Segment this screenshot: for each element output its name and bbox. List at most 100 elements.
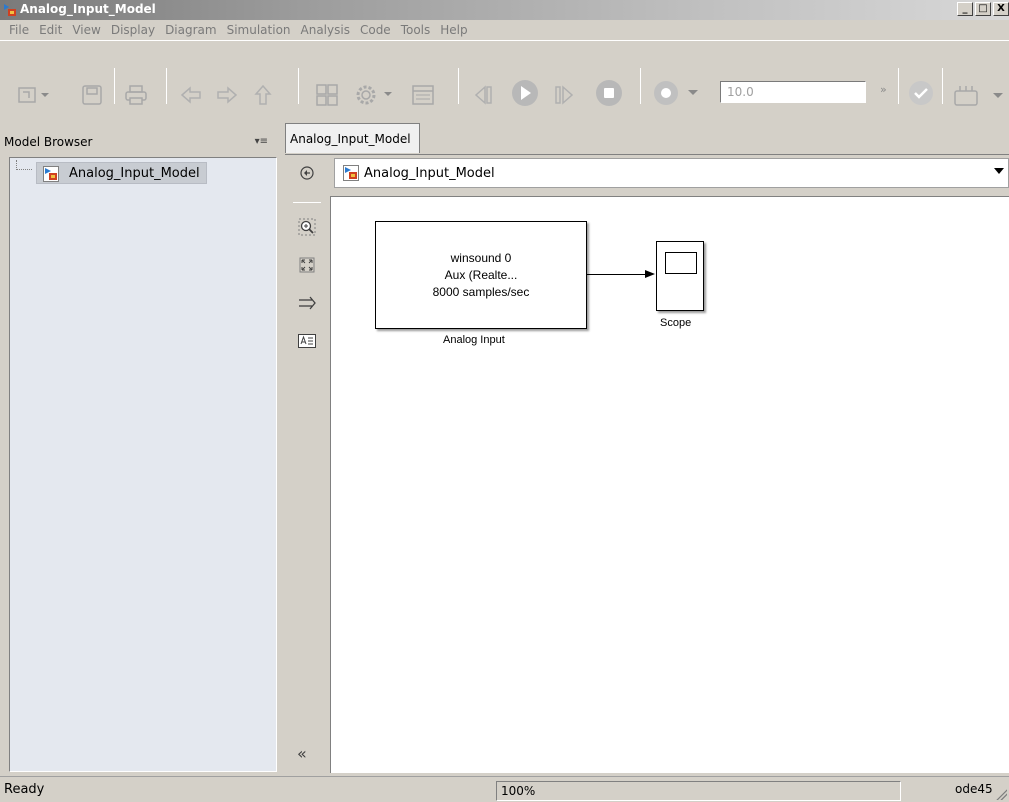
model-canvas[interactable]: winsound 0 Aux (Realte... 8000 samples/s… <box>330 196 1009 773</box>
explorer-bar-path[interactable]: Analog_Input_Model <box>364 166 495 181</box>
back-button[interactable] <box>178 80 204 110</box>
menu-display[interactable]: Display <box>106 23 160 37</box>
toolbar <box>0 40 1009 118</box>
fit-to-view-button[interactable] <box>297 255 317 275</box>
analog-input-label[interactable]: Analog Input <box>443 334 505 346</box>
model-browser-title: Model Browser <box>4 135 93 149</box>
block-text-line: Aux (Realte... <box>444 267 518 282</box>
tab-bar: Analog_Input_Model <box>285 123 1009 155</box>
toolbar-separator <box>114 68 115 104</box>
zoom-in-icon <box>298 218 316 236</box>
analog-input-block[interactable]: winsound 0 Aux (Realte... 8000 samples/s… <box>375 221 587 329</box>
step-back-button[interactable] <box>468 80 500 110</box>
window-title: Analog_Input_Model <box>20 2 156 16</box>
toolbar-separator <box>640 68 641 104</box>
save-button[interactable] <box>78 80 106 110</box>
model-config-icon <box>356 85 392 105</box>
forward-icon <box>217 86 238 104</box>
route-lines-icon <box>299 296 316 310</box>
print-button[interactable] <box>122 80 150 110</box>
zoom-button[interactable] <box>297 217 317 237</box>
back-arrow-circle-icon <box>300 166 314 180</box>
toolbar-separator <box>298 68 299 104</box>
canvas-toolstrip: « <box>285 155 329 774</box>
menu-diagram[interactable]: Diagram <box>160 23 222 37</box>
tree-item-model[interactable]: Analog_Input_Model <box>36 162 207 184</box>
status-bar: Ready 100% ode45 <box>0 776 1009 802</box>
stop-time-input[interactable]: 10.0 <box>720 81 866 103</box>
block-text-line: 8000 samples/sec <box>432 284 530 299</box>
toolbar-separator <box>166 68 167 104</box>
menu-view[interactable]: View <box>67 23 105 37</box>
menu-edit[interactable]: Edit <box>34 23 67 37</box>
step-forward-button[interactable] <box>548 80 580 110</box>
model-config-button[interactable] <box>352 80 398 110</box>
run-button[interactable] <box>508 78 542 108</box>
check-button[interactable] <box>906 78 936 108</box>
print-icon <box>125 85 147 105</box>
model-explorer-icon <box>412 85 434 105</box>
check-icon <box>909 81 933 105</box>
simulink-window: Analog_Input_Model _ □ X File Edit View … <box>0 0 1009 802</box>
simulink-model-icon <box>43 166 59 182</box>
model-browser-header: Model Browser ▾≡ <box>0 127 278 157</box>
menu-tools[interactable]: Tools <box>396 23 436 37</box>
menu-bar: File Edit View Display Diagram Simulatio… <box>0 20 1009 40</box>
scope-label[interactable]: Scope <box>660 317 691 329</box>
tree-connector <box>16 160 32 170</box>
toolbar-separator <box>942 68 943 104</box>
simulink-model-icon <box>343 165 359 181</box>
new-model-button[interactable] <box>14 80 54 110</box>
tree-item-label: Analog_Input_Model <box>69 165 200 181</box>
status-text: Ready <box>4 782 45 797</box>
toolstrip-separator <box>293 202 321 203</box>
menu-code[interactable]: Code <box>355 23 396 37</box>
block-text-line: winsound 0 <box>450 250 512 265</box>
up-button[interactable] <box>250 80 276 110</box>
model-explorer-button[interactable] <box>408 80 438 110</box>
annotation-button[interactable] <box>297 331 317 351</box>
scope-screen-icon <box>665 252 697 274</box>
minimize-button[interactable]: _ <box>957 2 973 16</box>
resize-grip[interactable] <box>995 788 1007 800</box>
toolbar-overflow-button[interactable]: » <box>880 83 887 96</box>
title-bar[interactable]: Analog_Input_Model _ □ X <box>0 0 1009 20</box>
scope-block[interactable] <box>656 241 704 311</box>
build-button[interactable] <box>948 80 1008 110</box>
chevron-down-icon[interactable] <box>994 168 1004 174</box>
build-icon <box>954 86 1003 106</box>
tab-analog-input-model[interactable]: Analog_Input_Model <box>285 123 420 153</box>
run-icon <box>512 80 538 106</box>
maximize-button[interactable]: □ <box>975 2 991 16</box>
stop-button[interactable] <box>592 78 626 108</box>
new-model-icon <box>18 87 49 103</box>
collapse-toolstrip-button[interactable]: « <box>297 744 307 763</box>
library-browser-button[interactable] <box>312 80 342 110</box>
signal-line[interactable] <box>587 274 648 275</box>
menu-simulation[interactable]: Simulation <box>222 23 296 37</box>
record-icon <box>654 81 698 105</box>
signal-arrowhead <box>645 270 655 278</box>
zoom-level: 100% <box>496 781 901 801</box>
step-back-icon <box>474 85 492 105</box>
solver-name[interactable]: ode45 <box>955 782 993 796</box>
fit-to-view-icon <box>299 257 315 273</box>
menu-help[interactable]: Help <box>435 23 472 37</box>
model-browser-menu-button[interactable]: ▾≡ <box>255 136 268 147</box>
menu-file[interactable]: File <box>4 23 34 37</box>
hide-explorer-bar-button[interactable] <box>297 163 317 183</box>
toolbar-separator <box>898 68 899 104</box>
model-browser-tree: Analog_Input_Model <box>9 157 277 772</box>
route-lines-button[interactable] <box>297 293 317 313</box>
record-button[interactable] <box>650 78 712 108</box>
library-browser-icon <box>316 84 338 106</box>
forward-button[interactable] <box>214 80 240 110</box>
annotation-icon <box>298 334 316 348</box>
explorer-bar[interactable]: Analog_Input_Model <box>334 158 1009 188</box>
toolbar-separator <box>458 68 459 104</box>
close-button[interactable]: X <box>993 2 1009 16</box>
menu-analysis[interactable]: Analysis <box>296 23 355 37</box>
save-icon <box>82 85 102 105</box>
back-icon <box>180 86 201 104</box>
simulink-model-icon <box>4 4 16 16</box>
